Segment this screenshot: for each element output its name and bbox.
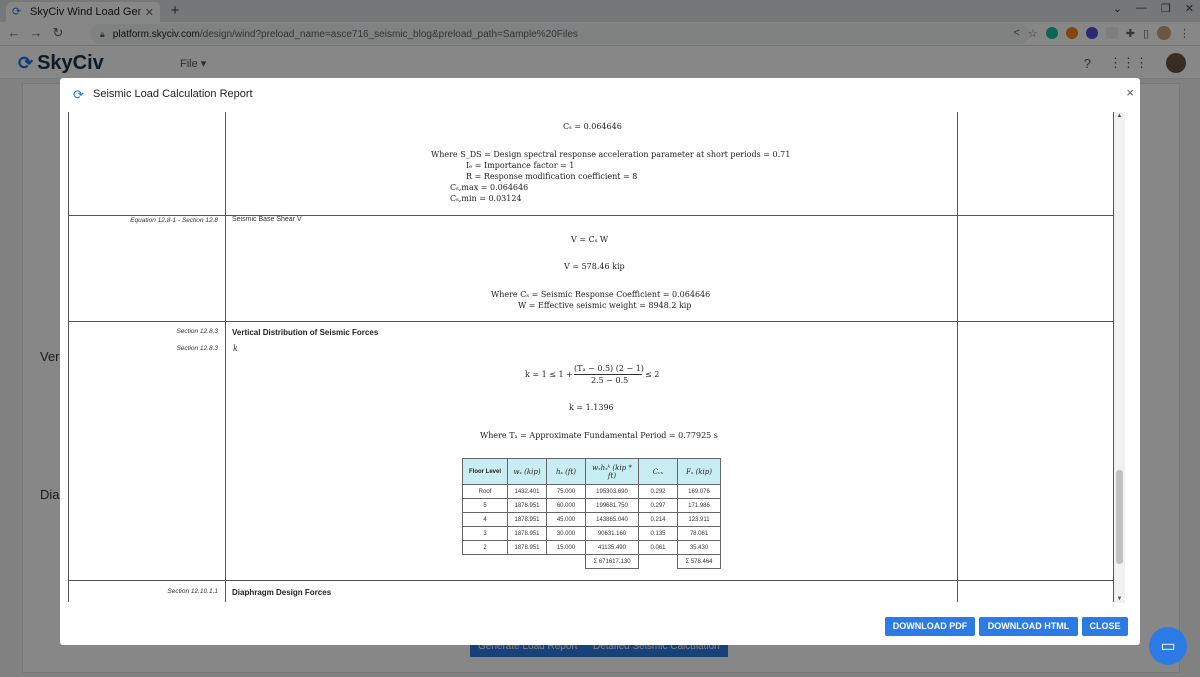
cell: 1878.951 (507, 526, 547, 541)
report-content[interactable]: Cₛ = 0.064646 Where S_DS = Design spectr… (68, 112, 1114, 602)
chat-icon: ▭ (1160, 638, 1176, 655)
cell: 35.430 (677, 540, 721, 555)
equation-reference: Equation 12.8-1 - Section 12.8 (130, 217, 218, 224)
k-equation-denominator: 2.5 − 0.5 (591, 376, 629, 385)
download-html-button[interactable]: DOWNLOAD HTML (979, 617, 1078, 636)
k-result: k = 1.1396 (569, 403, 614, 412)
table-row: 5 1878.951 60.000 199681.750 0.297 171.9… (462, 498, 721, 513)
skyciv-logo-icon: ⟳ (73, 87, 84, 102)
ta-where: Where Tₐ = Approximate Fundamental Perio… (480, 431, 718, 440)
scroll-up-icon[interactable]: ▲ (1114, 113, 1125, 119)
scroll-down-icon[interactable]: ▼ (1114, 596, 1125, 602)
close-icon[interactable]: × (1126, 85, 1134, 100)
cell: 1878.951 (507, 498, 547, 513)
table-row: Roof 1432.401 75.000 195303.690 0.292 16… (462, 484, 721, 499)
seismic-base-shear-label: Seismic Base Shear V (232, 216, 302, 223)
cell: Roof (462, 484, 508, 499)
where-w: W = Effective seismic weight = 8948.2 ki… (518, 301, 692, 310)
cell: 30.000 (546, 526, 586, 541)
empty-cell (547, 555, 586, 569)
row-divider (68, 321, 1114, 322)
table-border (957, 112, 958, 602)
cell: 195303.690 (585, 484, 639, 499)
vertical-distribution-title: Vertical Distribution of Seismic Forces (232, 328, 379, 337)
cell: 0.061 (638, 540, 678, 555)
cell: 1878.951 (507, 540, 547, 555)
table-row: 2 1878.951 15.000 41135.490 0.061 35.430 (462, 540, 721, 555)
close-button[interactable]: CLOSE (1082, 617, 1128, 636)
modal-header: ⟳ Seismic Load Calculation Report × (60, 78, 1140, 110)
scrollbar-thumb[interactable] (1116, 470, 1123, 564)
table-row: 4 1878.951 45.000 143865.040 0.214 123.9… (462, 512, 721, 527)
where-r: R = Response modification coefficient = … (466, 172, 638, 181)
cell: 169.076 (677, 484, 721, 499)
download-pdf-button[interactable]: DOWNLOAD PDF (885, 617, 975, 636)
cell: 1432.401 (507, 484, 547, 499)
chat-support-button[interactable]: ▭ (1149, 627, 1187, 665)
report-modal: ⟳ Seismic Load Calculation Report × Cₛ =… (60, 78, 1140, 645)
cell: 0.135 (638, 526, 678, 541)
cs-value: Cₛ = 0.064646 (563, 122, 622, 131)
table-sum-row: Σ 671617.130 Σ 578.464 (463, 554, 721, 569)
table-border (68, 112, 69, 602)
fraction-bar (574, 374, 642, 375)
section-reference: Section 12.8.3 (176, 345, 218, 352)
diaphragm-design-forces-title: Diaphragm Design Forces (232, 588, 332, 597)
cell: 45.000 (546, 512, 586, 527)
cell: 143865.040 (585, 512, 639, 527)
empty-cell (463, 555, 508, 569)
cell: 199681.750 (585, 498, 639, 513)
cell: 41135.490 (585, 540, 639, 555)
empty-cell (508, 555, 547, 569)
cell: 4 (462, 512, 508, 527)
section-reference: Section 12.10.1.1 (167, 588, 218, 595)
table-row: 3 1878.951 30.000 90631.160 0.135 78.061 (462, 526, 721, 541)
cell: 3 (462, 526, 508, 541)
modal-title: Seismic Load Calculation Report (93, 88, 253, 100)
cell: 1878.951 (507, 512, 547, 527)
section-reference: Section 12.8.3 (176, 328, 218, 335)
sum-wxhxk: Σ 671617.130 (585, 554, 639, 569)
base-shear-result: V = 578.46 kip (564, 262, 625, 271)
table-header-row: Floor Level wₓ (kip) hₓ (ft) wₓhₓᵏ (kip … (462, 458, 721, 485)
table-border (225, 112, 226, 602)
cell: 0.297 (638, 498, 678, 513)
sum-fx: Σ 578.464 (677, 554, 721, 569)
header-hx: hₓ (ft) (546, 458, 586, 485)
cell: 90631.160 (585, 526, 639, 541)
header-cvx: Cᵥₓ (638, 458, 678, 485)
cell: 60.000 (546, 498, 586, 513)
cell: 0.214 (638, 512, 678, 527)
cell: 123.911 (677, 512, 721, 527)
where-csmax: Cₛ,max = 0.064646 (450, 183, 529, 192)
cell: 171.986 (677, 498, 721, 513)
cell: 78.061 (677, 526, 721, 541)
cell: 2 (462, 540, 508, 555)
row-divider (68, 580, 1114, 581)
header-wxhxk: wₓhₓᵏ (kip * ft) (585, 458, 639, 485)
empty-cell (639, 555, 678, 569)
cell: 75.000 (546, 484, 586, 499)
cell: 15.000 (546, 540, 586, 555)
header-wx: wₓ (kip) (507, 458, 547, 485)
header-floor-level: Floor Level (462, 458, 508, 485)
where-csmin: Cₛ,min = 0.03124 (450, 194, 522, 203)
floor-distribution-table: Floor Level wₓ (kip) hₓ (ft) wₓhₓᵏ (kip … (462, 458, 721, 569)
k-equation-numerator: (Tₐ − 0.5) (2 − 1) (574, 364, 644, 373)
k-equation-left: k = 1 ≤ 1 + (525, 370, 573, 379)
cell: 5 (462, 498, 508, 513)
base-shear-equation: V = Cₛ W (571, 235, 609, 244)
k-equation-right: ≤ 2 (645, 370, 660, 379)
where-sds: Where S_DS = Design spectral response ac… (431, 150, 791, 159)
row-divider (68, 215, 1114, 216)
report-scrollbar[interactable]: ▲ ▼ (1114, 112, 1125, 603)
header-fx: Fₓ (kip) (677, 458, 721, 485)
where-ie: Iₑ = Importance factor = 1 (466, 161, 575, 170)
k-label: k (233, 344, 238, 353)
cell: 0.292 (638, 484, 678, 499)
where-cs: Where Cₛ = Seismic Response Coefficient … (491, 290, 711, 299)
